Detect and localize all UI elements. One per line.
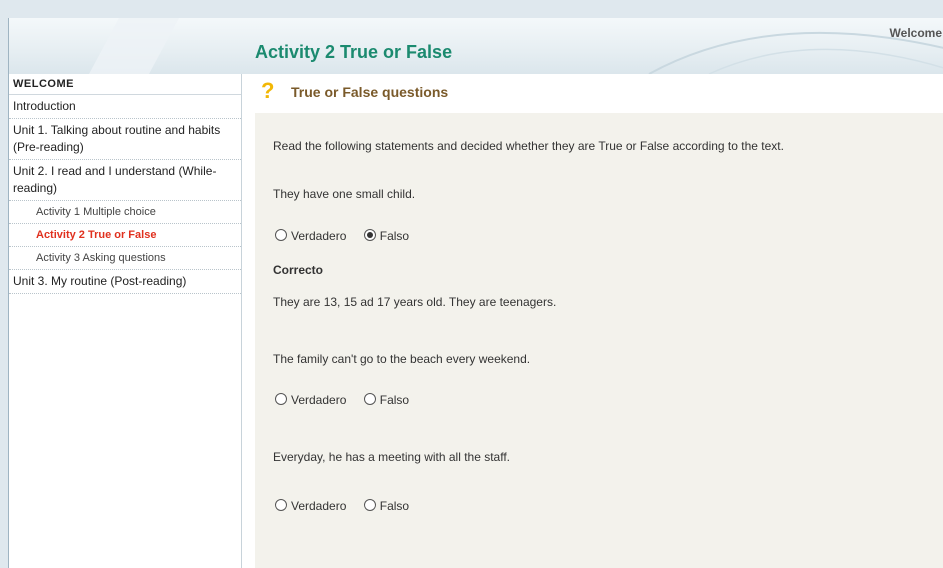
sidebar-item-activity-1[interactable]: Activity 1 Multiple choice [9, 201, 241, 224]
section-title: True or False questions [291, 84, 449, 100]
main-content: ? True or False questions Read the follo… [255, 74, 943, 568]
question-2-statement: The family can't go to the beach every w… [273, 352, 531, 366]
q1-feedback-label: Correcto [273, 263, 324, 277]
q1-label-false[interactable]: Falso [380, 229, 409, 243]
section-header: ? True or False questions [255, 74, 943, 113]
q3-option-false[interactable]: Falso [363, 499, 409, 513]
sidebar-item-unit-3[interactable]: Unit 3. My routine (Post-reading) [9, 270, 241, 294]
sidebar-item-unit-2[interactable]: Unit 2. I read and I understand (While-r… [9, 160, 241, 201]
q1-feedback-text: They are 13, 15 ad 17 years old. They ar… [273, 295, 557, 309]
q2-label-false[interactable]: Falso [380, 393, 409, 407]
sidebar-item-activity-3[interactable]: Activity 3 Asking questions [9, 247, 241, 270]
sidebar-item-activity-2[interactable]: Activity 2 True or False [9, 224, 241, 247]
q2-label-true[interactable]: Verdadero [291, 393, 346, 407]
question-3-options: Verdadero Falso [275, 499, 423, 513]
q1-label-true[interactable]: Verdadero [291, 229, 346, 243]
question-1-statement: They have one small child. [273, 187, 416, 201]
q3-label-true[interactable]: Verdadero [291, 499, 346, 513]
question-1-options: Verdadero Falso [275, 229, 423, 243]
q3-option-true[interactable]: Verdadero [275, 499, 346, 513]
page-header: Activity 2 True or False Welcome [9, 18, 943, 74]
page-frame: Activity 2 True or False Welcome WELCOME… [8, 18, 943, 568]
header-decoration [89, 18, 943, 74]
page-title: Activity 2 True or False [255, 42, 453, 62]
q2-radio-true[interactable] [275, 393, 287, 405]
q2-option-false[interactable]: Falso [363, 393, 409, 407]
q2-radio-false[interactable] [363, 393, 376, 405]
q1-radio-false[interactable] [363, 229, 376, 241]
instructions-text: Read the following statements and decide… [273, 139, 784, 153]
q3-radio-false[interactable] [363, 499, 376, 511]
q3-radio-true[interactable] [275, 499, 287, 511]
q1-option-true[interactable]: Verdadero [275, 229, 346, 243]
question-3-statement: Everyday, he has a meeting with all the … [273, 450, 511, 464]
q2-option-true[interactable]: Verdadero [275, 393, 346, 407]
sidebar-item-unit-1[interactable]: Unit 1. Talking about routine and habits… [9, 119, 241, 160]
q1-radio-true[interactable] [275, 229, 287, 241]
questions-panel: Read the following statements and decide… [255, 113, 943, 568]
sidebar-heading[interactable]: WELCOME [9, 74, 241, 95]
sidebar: WELCOME Introduction Unit 1. Talking abo… [9, 74, 242, 568]
q1-option-false[interactable]: Falso [363, 229, 409, 243]
question-2-options: Verdadero Falso [275, 393, 423, 407]
sidebar-item-introduction[interactable]: Introduction [9, 95, 241, 119]
welcome-link[interactable]: Welcome [890, 26, 942, 40]
q3-label-false[interactable]: Falso [380, 499, 409, 513]
question-icon: ? [261, 78, 275, 103]
